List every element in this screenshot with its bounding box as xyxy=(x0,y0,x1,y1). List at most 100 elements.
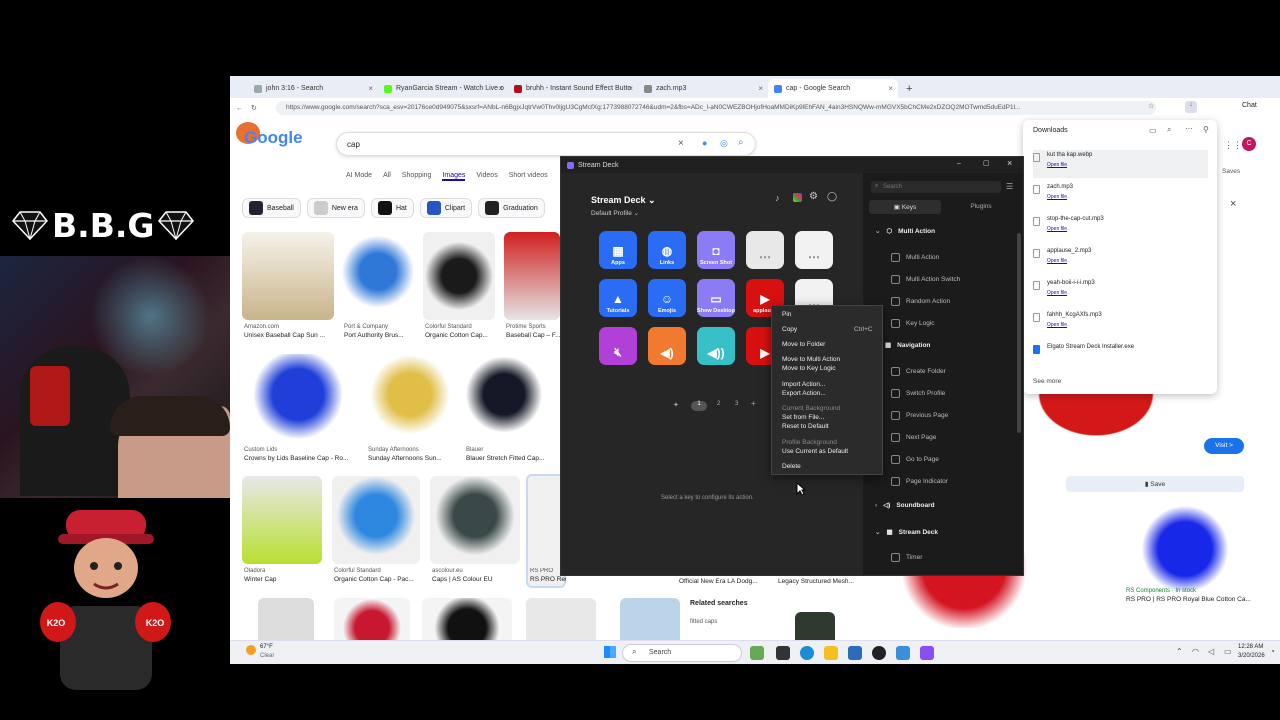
chrome-icon[interactable] xyxy=(872,646,886,660)
weather-condition[interactable]: Clear xyxy=(260,653,274,659)
lens-icon[interactable]: ◎ xyxy=(720,138,728,149)
filter-ai-mode[interactable]: AI Mode xyxy=(346,172,372,181)
action-timer[interactable]: Timer xyxy=(891,553,922,562)
terminal-icon[interactable] xyxy=(776,646,790,660)
menu-item-move-folder[interactable]: Move to Folder xyxy=(782,341,825,348)
filter-images[interactable]: Images xyxy=(442,172,466,181)
close-icon[interactable]: × xyxy=(498,84,503,93)
result-image[interactable] xyxy=(242,232,334,320)
action-next-page[interactable]: Next Page xyxy=(891,433,936,442)
address-bar[interactable]: https://www.google.com/search?sca_esv=20… xyxy=(276,101,1156,115)
menu-item-reset[interactable]: Reset to Default xyxy=(782,423,829,430)
close-icon[interactable]: × xyxy=(888,84,893,93)
action-random-action[interactable]: Random Action xyxy=(891,297,950,306)
close-icon[interactable]: × xyxy=(1007,158,1012,168)
result-caption[interactable]: ascolour.eu Caps | AS Colour EU xyxy=(432,568,493,583)
downloads-icon[interactable]: ↓ xyxy=(1185,101,1197,113)
action-multi-action-switch[interactable]: Multi Action Switch xyxy=(891,275,960,284)
tab-google-search[interactable]: cap - Google Search × xyxy=(768,79,898,98)
file-explorer-icon[interactable] xyxy=(824,646,838,660)
filter-all[interactable]: All xyxy=(383,172,391,181)
menu-item-export[interactable]: Export Action... xyxy=(782,390,826,397)
tab-kick-stream[interactable]: RyanGarcia Stream - Watch Live o × xyxy=(378,79,508,98)
close-preview-icon[interactable]: × xyxy=(1230,198,1236,210)
result-caption[interactable]: Colorful Standard Organic Cotton Cap - Pa… xyxy=(334,568,414,583)
menu-item-pin[interactable]: Pin xyxy=(782,311,791,318)
chip-baseball[interactable]: Baseball xyxy=(242,198,301,218)
bell-icon[interactable]: ♪ xyxy=(775,193,780,203)
key-volume-up[interactable]: ◀︎)) xyxy=(697,327,735,365)
tab-search[interactable]: john 3:16 - Search × xyxy=(248,79,378,98)
clock-time[interactable]: 12:28 AM xyxy=(1238,644,1263,650)
download-item[interactable]: kut tha kap.webp Open file xyxy=(1033,150,1208,178)
close-icon[interactable]: × xyxy=(758,84,763,93)
result-image[interactable] xyxy=(1124,506,1246,592)
result-caption[interactable]: Blauer Blauer Stretch Fitted Cap... xyxy=(466,447,544,462)
section-stream-deck[interactable]: ⌄ ▦ Stream Deck xyxy=(875,528,938,537)
chip-graduation[interactable]: Graduation xyxy=(478,198,545,218)
download-item[interactable]: zach.mp3 Open file xyxy=(1033,182,1208,210)
result-image[interactable] xyxy=(366,354,454,444)
action-search-input[interactable]: Search xyxy=(871,181,1001,193)
tab-plugins[interactable]: Plugins xyxy=(945,200,1017,214)
marketplace-icon[interactable] xyxy=(793,193,802,202)
download-item[interactable]: Elgato Stream Deck Installer.exe xyxy=(1033,342,1208,370)
filter-videos[interactable]: Videos xyxy=(476,172,497,181)
result-caption[interactable]: Custom Lids Crowns by Lids Baseline Cap -… xyxy=(244,447,348,462)
result-image[interactable] xyxy=(423,232,495,320)
key-links[interactable]: ◍ Links xyxy=(648,231,686,269)
new-tab-button[interactable]: + xyxy=(898,83,920,98)
action-go-to-page[interactable]: Go to Page xyxy=(891,455,939,464)
start-icon[interactable] xyxy=(604,646,616,658)
tab-keys[interactable]: ▣ Keys xyxy=(869,200,941,214)
result-image[interactable] xyxy=(332,476,420,564)
more-icon[interactable]: ⋯ xyxy=(1185,124,1193,133)
close-icon[interactable]: × xyxy=(628,84,633,93)
download-item[interactable]: stop-the-cap-cut.mp3 Open file xyxy=(1033,214,1208,242)
google-logo[interactable]: Google xyxy=(244,128,303,148)
tab-zach-mp3[interactable]: zach.mp3 × xyxy=(638,79,768,98)
menu-item-move-logic[interactable]: Move to Key Logic xyxy=(782,365,835,372)
key-screenshot[interactable]: ◘ Screen Shot xyxy=(697,231,735,269)
tab-sound-effect[interactable]: bruhh - Instant Sound Effect Butto × xyxy=(508,79,638,98)
download-item[interactable]: applause_2.mp3 Open file xyxy=(1033,246,1208,274)
edge-icon[interactable] xyxy=(800,646,814,660)
action-previous-page[interactable]: Previous Page xyxy=(891,411,948,420)
folder-icon[interactable]: ▭ xyxy=(1149,126,1157,135)
see-more-link[interactable]: See more xyxy=(1033,378,1061,385)
result-caption[interactable]: Legacy Structured Mesh... xyxy=(778,576,854,585)
key-mute[interactable]: 🔇︎ xyxy=(599,327,637,365)
chip-hat[interactable]: Hat xyxy=(370,198,414,218)
result-caption[interactable]: Amazon.com Unisex Baseball Cap Sun ... xyxy=(244,324,325,339)
action-key-logic[interactable]: Key Logic xyxy=(891,319,935,328)
back-icon[interactable]: ← xyxy=(236,105,243,112)
search-input[interactable]: cap xyxy=(336,132,756,156)
result-caption[interactable]: Official New Era LA Dodg... xyxy=(679,576,758,585)
result-image[interactable] xyxy=(464,354,544,444)
preview-image[interactable] xyxy=(1030,394,1162,442)
key-tutorials[interactable]: ▲ Tutorials xyxy=(599,279,637,317)
result-image[interactable] xyxy=(430,476,520,564)
saves-link[interactable]: Saves xyxy=(1222,168,1240,175)
volume-icon[interactable]: ◁ xyxy=(1208,647,1214,656)
search-icon[interactable]: ⌕ xyxy=(1167,125,1171,135)
download-item[interactable]: fahhh_KcgAXfs.mp3 Open file xyxy=(1033,310,1208,338)
weather-temp[interactable]: 67°F xyxy=(260,644,273,650)
network-icon[interactable]: ⌃ xyxy=(1176,647,1183,656)
page-1[interactable]: 1 xyxy=(691,401,707,411)
avatar[interactable]: C xyxy=(1242,137,1256,151)
key-volume-down[interactable]: ◀︎) xyxy=(648,327,686,365)
menu-item-import[interactable]: Import Action... xyxy=(782,381,825,388)
menu-item-set-file[interactable]: Set from File... xyxy=(782,414,824,421)
section-navigation[interactable]: ▦ Navigation xyxy=(885,341,930,350)
filter-shopping[interactable]: Shopping xyxy=(402,172,432,181)
filter-short-videos[interactable]: Short videos xyxy=(509,172,548,181)
result-image[interactable] xyxy=(242,354,354,444)
taskbar-search[interactable]: Search xyxy=(622,644,742,662)
apps-grid-icon[interactable]: ⋮⋮ xyxy=(1224,140,1242,151)
page-2[interactable]: 2 xyxy=(717,401,720,407)
pin-icon[interactable]: ⚲ xyxy=(1203,125,1209,134)
key-empty[interactable]: ⋯ xyxy=(746,231,784,269)
wifi-icon[interactable]: ◠ xyxy=(1192,647,1199,656)
search-icon[interactable]: ⌕ xyxy=(738,137,744,148)
